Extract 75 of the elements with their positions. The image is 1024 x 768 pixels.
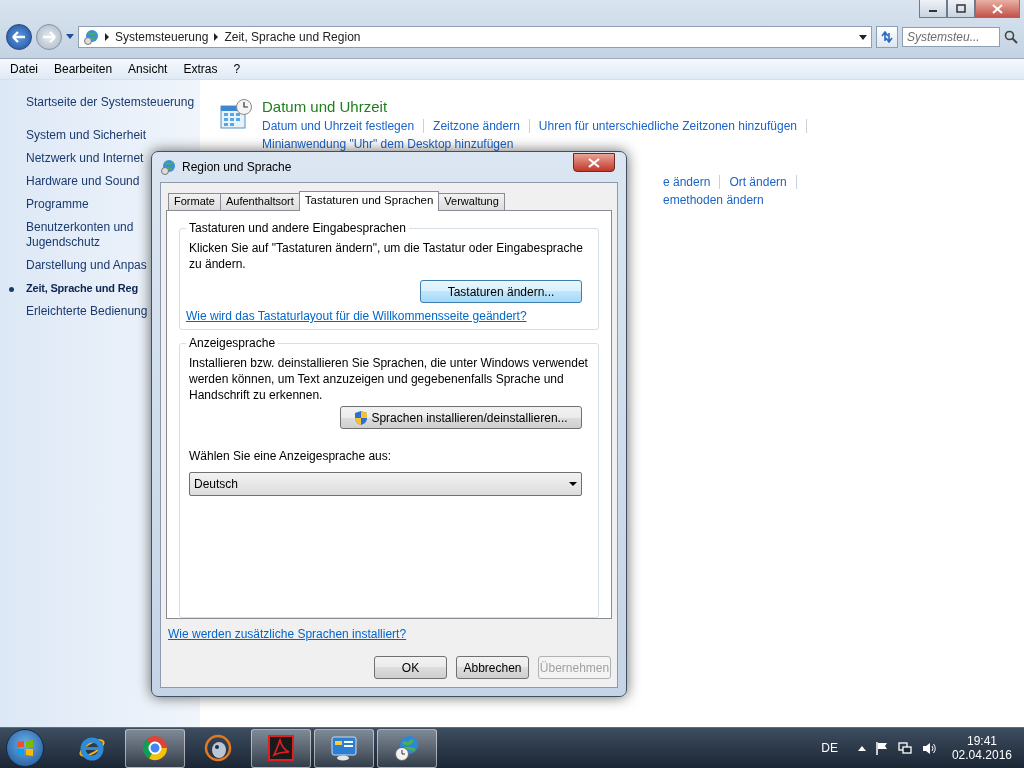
globe-icon: [160, 159, 176, 175]
task-link[interactable]: Minianwendung "Uhr" dem Desktop hinzufügen: [262, 135, 514, 153]
language-indicator[interactable]: DE: [821, 741, 838, 755]
search-icon: [1004, 30, 1018, 44]
left-arrow-icon: [12, 31, 26, 43]
task-link[interactable]: emethoden ändern: [663, 191, 764, 209]
calendar-clock-icon: [220, 98, 252, 130]
task-link[interactable]: Datum und Uhrzeit festlegen: [262, 117, 415, 135]
breadcrumb-item[interactable]: Systemsteuerung: [115, 30, 209, 44]
document-icon: [267, 734, 295, 762]
taskbar-button[interactable]: [314, 728, 374, 768]
change-keyboards-button[interactable]: Tastaturen ändern...: [420, 280, 582, 303]
globe-icon: [83, 29, 99, 45]
flag-icon: [875, 741, 888, 755]
search-field[interactable]: Systemsteu...: [902, 27, 1000, 47]
menu-item[interactable]: Extras: [175, 62, 226, 76]
menu-item[interactable]: ?: [225, 62, 249, 76]
section-heading[interactable]: Datum und Uhrzeit: [262, 98, 816, 115]
back-button[interactable]: [6, 24, 32, 50]
task-link[interactable]: Ort ändern: [729, 173, 787, 191]
taskbar-button[interactable]: [377, 728, 437, 768]
tab[interactable]: Formate: [168, 193, 221, 210]
shield-icon: [354, 409, 369, 426]
taskbar-button[interactable]: [251, 728, 311, 768]
dialog-title: Region und Sprache: [182, 160, 292, 174]
menu-item[interactable]: Ansicht: [120, 62, 176, 76]
caret-icon: [569, 482, 577, 486]
field-label: Wählen Sie eine Anzeigesprache aus:: [189, 449, 393, 463]
sidebar-item[interactable]: Zeit, Sprache und Reg: [26, 277, 176, 300]
up-caret-icon: [857, 745, 866, 751]
four-panes-icon: [16, 739, 34, 757]
network-icon: [897, 741, 912, 755]
minimize-button[interactable]: [919, 0, 947, 18]
breadcrumb-item[interactable]: Zeit, Sprache und Region: [224, 30, 361, 44]
speaker-icon: [921, 741, 936, 755]
bullet-icon: [9, 287, 14, 292]
creature-icon: [204, 734, 232, 762]
task-link[interactable]: e ändern: [663, 173, 711, 191]
start-button[interactable]: [6, 729, 44, 767]
close-icon: [588, 157, 600, 168]
ring-icon: [141, 734, 169, 762]
clock-time[interactable]: 19:41: [966, 734, 997, 748]
menu-item[interactable]: Bearbeiten: [46, 62, 121, 76]
help-link[interactable]: Wie werden zusätzliche Sprachen installiert?: [168, 627, 407, 641]
dialog-button[interactable]: Abbrechen: [456, 656, 529, 679]
monitor-icon: [330, 734, 358, 762]
tab[interactable]: Tastaturen und Sprachen: [298, 191, 440, 211]
description-text: Installieren bzw. deinstallieren Sie Sprachen, die unter Windows verwendet werden können, um Text anzuzeigen und gegebenenfalls Sprache und Handschrift zu erkennen.: [189, 355, 589, 403]
task-link[interactable]: Zeitzone ändern: [433, 117, 520, 135]
task-link[interactable]: Uhren für unterschiedliche Zeitzonen hinzufügen: [538, 117, 797, 135]
group-title: Tastaturen und andere Eingabesprachen: [186, 221, 409, 235]
dialog-button[interactable]: OK: [374, 656, 447, 679]
globe-clock-icon: [393, 734, 421, 762]
clock-date[interactable]: 02.04.2016: [951, 748, 1012, 762]
restore-icon: [956, 4, 966, 13]
right-arrow-icon: [42, 31, 56, 43]
install-languages-button[interactable]: Sprachen installieren/deinstallieren...: [340, 406, 582, 429]
close-icon: [992, 3, 1003, 14]
menu-item[interactable]: Datei: [2, 62, 46, 76]
language-dropdown[interactable]: Deutsch: [189, 472, 582, 496]
group-title: Anzeigesprache: [186, 336, 279, 350]
address-bar[interactable]: Systemsteuerung Zeit, Sprache und Region: [78, 26, 872, 48]
sidebar-link[interactable]: Startseite der Systemsteuerung: [26, 95, 200, 109]
sidebar-item[interactable]: System und Sicherheit: [26, 124, 176, 147]
close-button[interactable]: [573, 153, 615, 172]
refresh-icon: [880, 31, 894, 43]
help-link[interactable]: Wie wird das Tastaturlayout für die Willkommensseite geändert?: [186, 309, 527, 323]
tab[interactable]: Verwaltung: [438, 193, 505, 210]
tab[interactable]: Aufenthaltsort: [219, 193, 300, 210]
maximize-button[interactable]: [947, 0, 975, 18]
description-text: Klicken Sie auf "Tastaturen ändern", um die Tastatur oder Eingabesprache zu ändern.: [189, 240, 584, 272]
taskbar-button[interactable]: [125, 728, 185, 768]
dropdown-caret-icon: [859, 34, 867, 40]
refresh-button[interactable]: [876, 26, 898, 48]
caret-icon: [66, 34, 74, 40]
